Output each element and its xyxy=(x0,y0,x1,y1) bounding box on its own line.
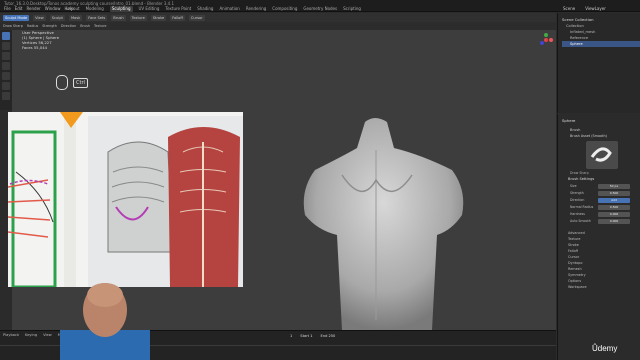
normal-radius-label: Normal Radius xyxy=(570,205,594,209)
mode-dropdown[interactable]: Sculpt Mode xyxy=(3,14,30,21)
size-row: Size 50 px xyxy=(570,184,640,189)
workspace-tabs: Layout Modeling Sculpting UV Editing Tex… xyxy=(66,6,361,12)
scene-selector: Scene ViewLayer xyxy=(563,6,606,11)
start-frame[interactable]: Start 1 xyxy=(300,334,312,338)
grab-tool-icon[interactable] xyxy=(2,82,10,90)
outliner-panel: Scene Collection Collection Inflated_mes… xyxy=(557,13,640,113)
viewport-info: User Perspective (1) Sphere | Sphere Ver… xyxy=(22,30,59,50)
direction-row: Direction Add xyxy=(570,198,640,203)
tab-uv-editing[interactable]: UV Editing xyxy=(139,6,160,12)
brush-preview-icon[interactable] xyxy=(586,141,618,169)
frame-controls: 1 Start 1 End 250 xyxy=(290,334,335,338)
tab-layout[interactable]: Layout xyxy=(66,6,80,12)
texture-dropdown[interactable]: Texture xyxy=(129,14,147,21)
view-layer-name[interactable]: ViewLayer xyxy=(585,6,606,11)
view-menu[interactable]: View xyxy=(43,333,52,337)
face-sets-menu[interactable]: Face Sets xyxy=(86,14,108,21)
auto-smooth-row: Auto Smooth 0.000 xyxy=(570,219,640,224)
tab-sculpting[interactable]: Sculpting xyxy=(109,6,133,12)
keying-menu[interactable]: Keying xyxy=(25,333,37,337)
smooth-tool-icon[interactable] xyxy=(2,72,10,80)
clay-tool-icon[interactable] xyxy=(2,52,10,60)
direction-field[interactable]: Add xyxy=(598,198,630,203)
subsection-workspace[interactable]: Workspace xyxy=(568,284,587,290)
hardness-field[interactable]: 0.000 xyxy=(598,212,630,217)
end-frame[interactable]: End 250 xyxy=(321,334,336,338)
strength-field[interactable]: 0.500 xyxy=(598,191,630,196)
playback-menu[interactable]: Playback xyxy=(3,333,19,337)
tab-geometry-nodes[interactable]: Geometry Nodes xyxy=(303,6,337,12)
outliner-item: Sphere xyxy=(570,42,583,46)
draw-tool-icon[interactable] xyxy=(2,32,10,40)
brush-preview-name: Draw Sharp xyxy=(570,171,589,175)
properties-object-name: Sphere xyxy=(562,118,576,123)
tab-animation[interactable]: Animation xyxy=(219,6,239,12)
properties-panel: Sphere Brush Brush Asset (Smooth) Draw S… xyxy=(557,114,640,360)
strength-row: Strength 0.500 xyxy=(570,191,640,196)
key-indicator: Ctrl xyxy=(73,78,88,88)
current-frame[interactable]: 1 xyxy=(290,334,292,338)
cursor-dropdown[interactable]: Cursor xyxy=(188,14,205,21)
texture-field[interactable]: Texture xyxy=(94,24,106,28)
menu-file[interactable]: File xyxy=(4,6,11,12)
title-bar: Tutor_16.3.0.Desktop/Tonos academy sculp… xyxy=(0,0,640,12)
reference-image xyxy=(8,112,243,287)
tab-compositing[interactable]: Compositing xyxy=(272,6,297,12)
tab-modeling[interactable]: Modeling xyxy=(86,6,104,12)
tab-scripting[interactable]: Scripting xyxy=(343,6,361,12)
size-field[interactable]: 50 px xyxy=(598,184,630,189)
draw-sharp-tool-icon[interactable] xyxy=(2,42,10,50)
brush-settings-bar: Draw Sharp Radius Strength Direction Bru… xyxy=(0,22,556,30)
anatomy-illustration xyxy=(8,112,243,287)
menu-edit[interactable]: Edit xyxy=(15,6,23,12)
auto-smooth-field[interactable]: 0.000 xyxy=(598,219,630,224)
webcam-presenter xyxy=(60,283,150,360)
brush-field[interactable]: Brush xyxy=(80,24,90,28)
subsection-list: Advanced Texture Stroke Falloff Cursor D… xyxy=(568,230,587,290)
mask-menu[interactable]: Mask xyxy=(68,14,83,21)
outliner-selected-row[interactable]: Sphere xyxy=(562,41,640,47)
tool-header: Sculpt Mode View Sculpt Mask Face Sets B… xyxy=(0,13,556,22)
hardness-row: Hardness 0.000 xyxy=(570,212,640,217)
view-menu[interactable]: View xyxy=(33,14,46,21)
strength-field[interactable]: Strength xyxy=(42,24,57,28)
tab-shading[interactable]: Shading xyxy=(197,6,213,12)
outliner-item[interactable]: Inflated_mesh xyxy=(570,30,595,34)
radius-field[interactable]: Radius xyxy=(27,24,38,28)
brush-label: Brush xyxy=(570,128,581,132)
main-menu: File Edit Render Window Help xyxy=(4,6,74,12)
direction-label: Direction xyxy=(570,198,585,202)
scene-name[interactable]: Scene xyxy=(563,6,575,11)
brush-settings-header[interactable]: Brush Settings xyxy=(568,177,594,181)
hardness-label: Hardness xyxy=(570,212,585,216)
brush-asset-name[interactable]: Brush Asset (Smooth) xyxy=(570,134,607,138)
stroke-dropdown[interactable]: Stroke xyxy=(150,14,167,21)
normal-radius-field[interactable]: 0.500 xyxy=(598,205,630,210)
menu-render[interactable]: Render xyxy=(26,6,40,12)
sculpt-menu[interactable]: Sculpt xyxy=(49,14,65,21)
mask-tool-icon[interactable] xyxy=(2,92,10,100)
falloff-dropdown[interactable]: Falloff xyxy=(170,14,185,21)
navigation-gizmo[interactable] xyxy=(538,32,554,48)
udemy-watermark: Ûdemy xyxy=(592,344,618,353)
tab-rendering[interactable]: Rendering xyxy=(246,6,266,12)
strength-label: Strength xyxy=(570,191,584,195)
inflate-tool-icon[interactable] xyxy=(2,62,10,70)
menu-window[interactable]: Window xyxy=(45,6,61,12)
size-label: Size xyxy=(570,184,577,188)
sculpt-toolbar xyxy=(0,30,12,110)
normal-radius-row: Normal Radius 0.500 xyxy=(570,205,640,210)
face-count: Faces 55,044 xyxy=(22,45,48,50)
outliner-item[interactable]: Collection xyxy=(566,24,584,28)
brush-name-field[interactable]: Draw Sharp xyxy=(3,24,23,28)
outliner-item[interactable]: Reference xyxy=(570,36,588,40)
direction-field[interactable]: Direction xyxy=(61,24,76,28)
mouse-icon xyxy=(56,75,68,90)
outliner-title: Scene Collection xyxy=(562,17,594,22)
brush-dropdown[interactable]: Brush xyxy=(111,14,126,21)
auto-smooth-label: Auto Smooth xyxy=(570,219,591,223)
tab-texture-paint[interactable]: Texture Paint xyxy=(165,6,191,12)
